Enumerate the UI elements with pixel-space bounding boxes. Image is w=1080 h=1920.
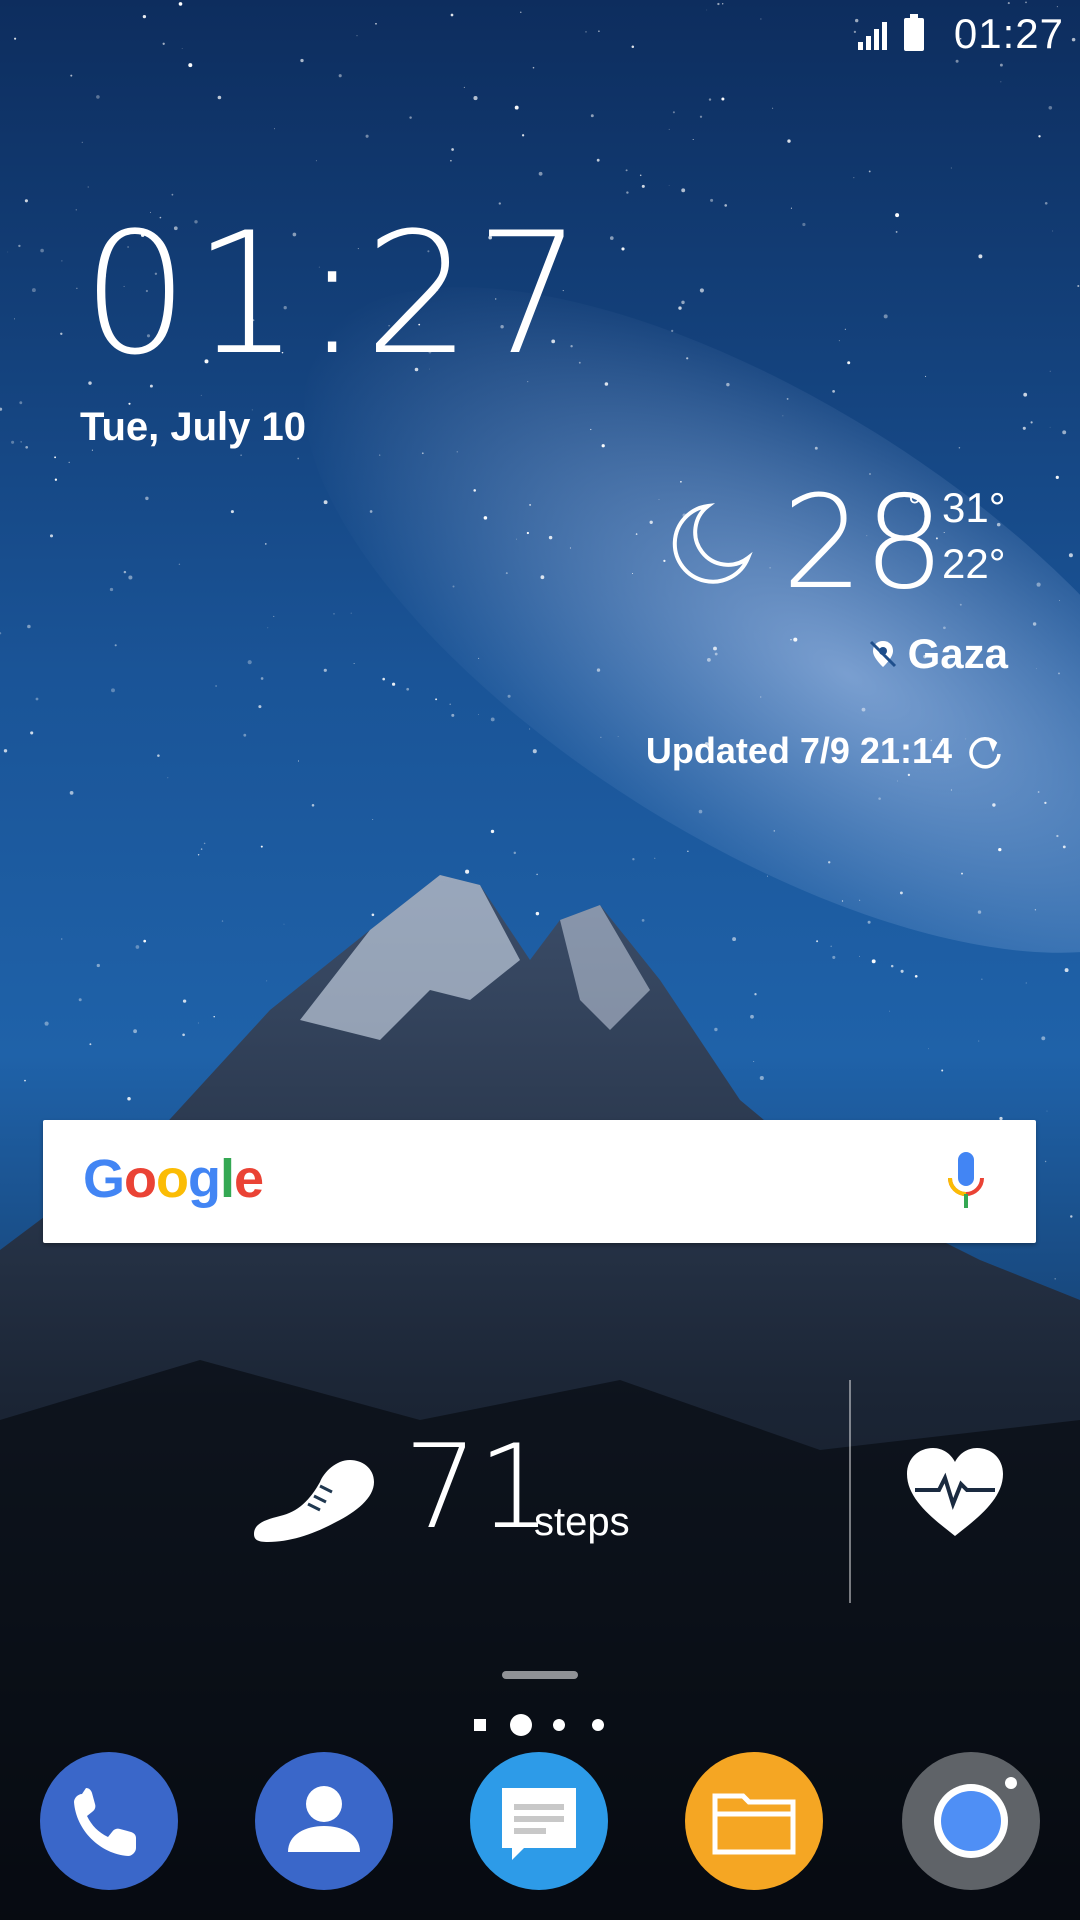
- page-dot-active[interactable]: [510, 1714, 532, 1736]
- messages-icon: [470, 1752, 608, 1890]
- microphone-icon[interactable]: [944, 1150, 988, 1212]
- google-logo-letter: o: [156, 1149, 189, 1209]
- status-bar: 01:27: [0, 0, 1080, 66]
- refresh-icon[interactable]: [966, 732, 1004, 770]
- contacts-app[interactable]: [255, 1752, 393, 1890]
- weather-degree-symbol: °: [908, 488, 922, 526]
- google-logo: Google: [83, 1148, 264, 1210]
- status-time: 01:27: [953, 10, 1064, 57]
- camera-icon: [902, 1752, 1040, 1890]
- weather-location: Gaza: [868, 630, 1008, 678]
- location-pin-icon: [869, 640, 896, 668]
- contacts-icon: [255, 1752, 393, 1890]
- google-search-bar[interactable]: Google: [43, 1120, 1036, 1243]
- shoe-icon: [254, 1460, 374, 1542]
- location-name: Gaza: [907, 630, 1008, 677]
- google-logo-letter: l: [220, 1149, 235, 1209]
- steps-count: 71: [404, 1420, 552, 1555]
- folder-icon: [685, 1752, 823, 1890]
- battery-icon: [904, 14, 924, 51]
- camera-app[interactable]: [902, 1752, 1040, 1890]
- updated-text: Updated 7/9 21:14: [645, 730, 952, 771]
- page-dot[interactable]: [592, 1719, 604, 1731]
- heart-rate-icon[interactable]: [905, 1446, 1005, 1538]
- clock-time[interactable]: 01:27: [82, 210, 586, 378]
- page-dot-home[interactable]: [474, 1719, 486, 1731]
- weather-high: 31°: [942, 484, 1006, 531]
- app-drawer-handle[interactable]: [502, 1671, 578, 1679]
- messages-app[interactable]: [470, 1752, 608, 1890]
- page-dot[interactable]: [553, 1719, 565, 1731]
- signal-icon: [858, 22, 887, 50]
- google-logo-letter: o: [124, 1149, 157, 1209]
- phone-icon: [40, 1752, 178, 1890]
- page-indicator[interactable]: [470, 1712, 610, 1738]
- clock-date[interactable]: Tue, July 10: [80, 405, 306, 450]
- steps-label: steps: [534, 1500, 630, 1544]
- google-logo-letter: e: [234, 1149, 264, 1209]
- phone-app[interactable]: [40, 1752, 178, 1890]
- google-logo-letter: G: [83, 1149, 125, 1209]
- google-logo-letter: g: [188, 1149, 221, 1209]
- weather-updated: Updated 7/9 21:14: [646, 730, 1004, 772]
- moon-icon: [672, 503, 753, 584]
- steps-widget[interactable]: 71 steps: [250, 1430, 670, 1570]
- files-app[interactable]: [685, 1752, 823, 1890]
- weather-low: 22°: [942, 540, 1006, 587]
- widget-divider: [849, 1380, 851, 1603]
